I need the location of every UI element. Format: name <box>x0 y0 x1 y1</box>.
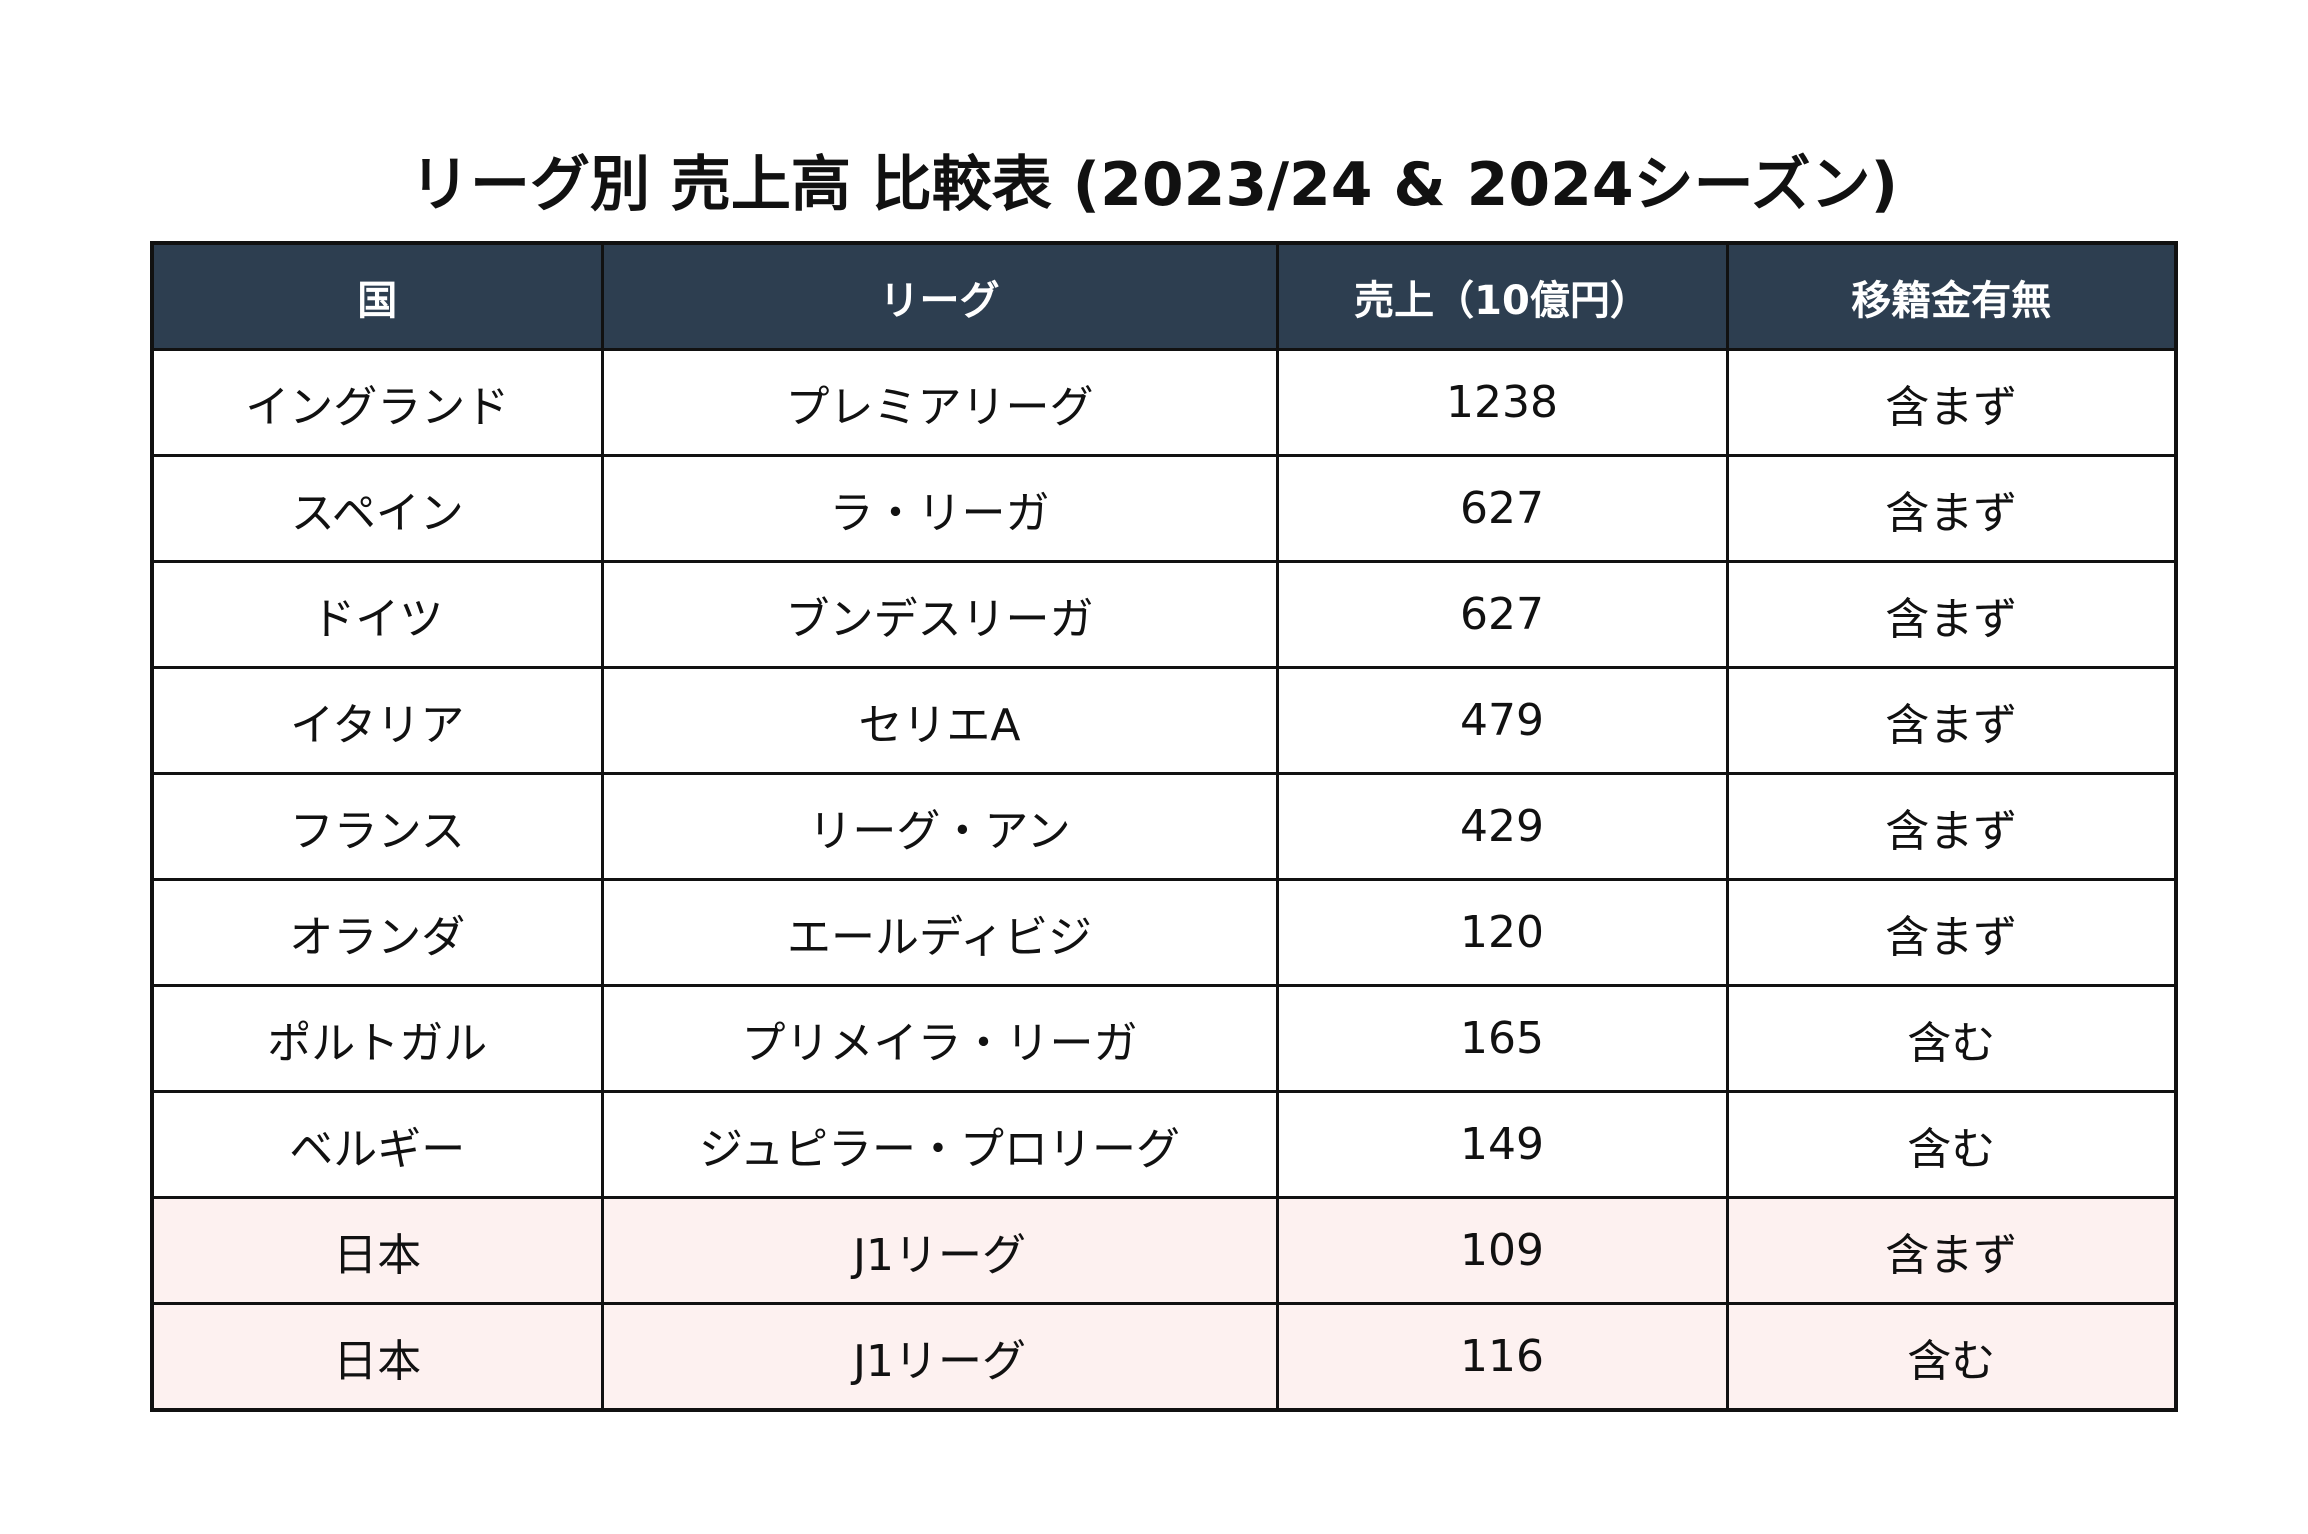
table-row: フランス リーグ・アン 429 含まず <box>150 772 2178 881</box>
cell-transfer-fee: 含まず <box>1725 878 2178 987</box>
cell-country: ドイツ <box>150 560 604 669</box>
cell-country: 日本 <box>150 1196 604 1305</box>
cell-transfer-fee: 含まず <box>1725 772 2178 881</box>
cell-sales: 109 <box>1275 1196 1729 1305</box>
table-row: 日本 J1リーグ 116 含む <box>150 1302 2178 1412</box>
header-country: 国 <box>150 241 604 351</box>
header-transfer-fee: 移籍金有無 <box>1725 241 2178 351</box>
table-row: オランダ エールディビジ 120 含まず <box>150 878 2178 987</box>
cell-transfer-fee: 含む <box>1725 1302 2178 1412</box>
cell-sales: 627 <box>1275 560 1729 669</box>
cell-sales: 1238 <box>1275 348 1729 457</box>
table-row: イタリア セリエA 479 含まず <box>150 666 2178 775</box>
cell-country: イタリア <box>150 666 604 775</box>
cell-sales: 165 <box>1275 984 1729 1093</box>
table-header-row: 国 リーグ 売上（10億円） 移籍金有無 <box>150 241 2178 351</box>
cell-league: ジュピラー・プロリーグ <box>600 1090 1279 1199</box>
cell-country: ポルトガル <box>150 984 604 1093</box>
league-sales-table: 国 リーグ 売上（10億円） 移籍金有無 イングランド プレミアリーグ 1238 含ま… <box>150 241 2178 1412</box>
table-body: イングランド プレミアリーグ 1238 含まず スペイン ラ・リーガ 627 含まず ドイツ ブン… <box>150 348 2178 1412</box>
table-row: スペイン ラ・リーガ 627 含まず <box>150 454 2178 563</box>
table-row: 日本 J1リーグ 109 含まず <box>150 1196 2178 1305</box>
cell-country: 日本 <box>150 1302 604 1412</box>
cell-sales: 627 <box>1275 454 1729 563</box>
cell-league: J1リーグ <box>600 1196 1279 1305</box>
cell-sales: 429 <box>1275 772 1729 881</box>
cell-country: スペイン <box>150 454 604 563</box>
cell-transfer-fee: 含まず <box>1725 454 2178 563</box>
table-row: ポルトガル プリメイラ・リーガ 165 含む <box>150 984 2178 1093</box>
cell-transfer-fee: 含まず <box>1725 1196 2178 1305</box>
cell-league: リーグ・アン <box>600 772 1279 881</box>
cell-country: フランス <box>150 772 604 881</box>
cell-league: プレミアリーグ <box>600 348 1279 457</box>
cell-transfer-fee: 含まず <box>1725 666 2178 775</box>
table-row: ドイツ ブンデスリーガ 627 含まず <box>150 560 2178 669</box>
cell-league: ブンデスリーガ <box>600 560 1279 669</box>
cell-sales: 120 <box>1275 878 1729 987</box>
cell-league: セリエA <box>600 666 1279 775</box>
cell-country: オランダ <box>150 878 604 987</box>
cell-league: J1リーグ <box>600 1302 1279 1412</box>
cell-league: エールディビジ <box>600 878 1279 987</box>
cell-transfer-fee: 含まず <box>1725 560 2178 669</box>
cell-league: プリメイラ・リーガ <box>600 984 1279 1093</box>
cell-sales: 149 <box>1275 1090 1729 1199</box>
header-sales: 売上（10億円） <box>1275 241 1729 351</box>
cell-transfer-fee: 含まず <box>1725 348 2178 457</box>
cell-transfer-fee: 含む <box>1725 1090 2178 1199</box>
header-league: リーグ <box>600 241 1279 351</box>
table-row: ベルギー ジュピラー・プロリーグ 149 含む <box>150 1090 2178 1199</box>
cell-transfer-fee: 含む <box>1725 984 2178 1093</box>
cell-sales: 116 <box>1275 1302 1729 1412</box>
cell-country: ベルギー <box>150 1090 604 1199</box>
cell-league: ラ・リーガ <box>600 454 1279 563</box>
cell-country: イングランド <box>150 348 604 457</box>
table-row: イングランド プレミアリーグ 1238 含まず <box>150 348 2178 457</box>
page-title: リーグ別 売上高 比較表 (2023/24 & 2024シーズン) <box>409 150 1898 220</box>
cell-sales: 479 <box>1275 666 1729 775</box>
